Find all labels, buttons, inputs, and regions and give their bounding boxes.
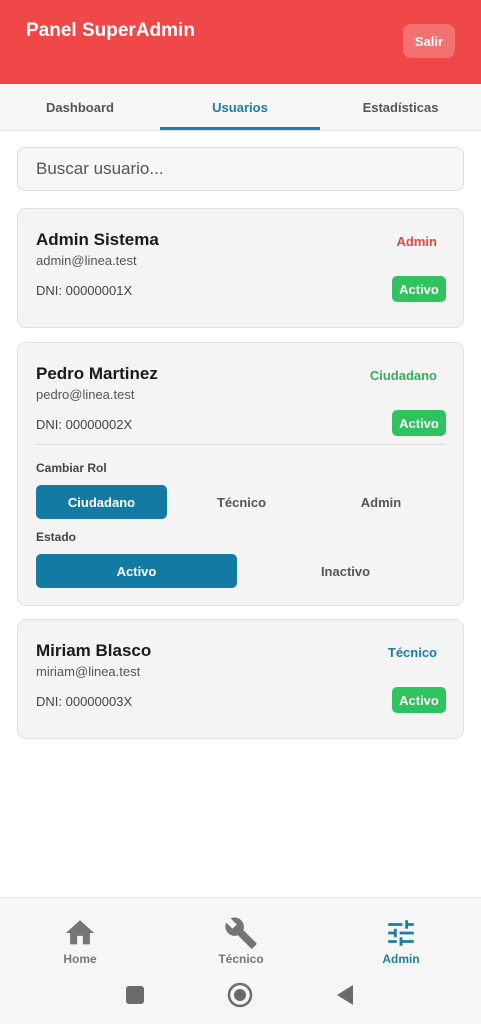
status-badge: Activo [392, 687, 446, 713]
role-badge: Admin [396, 234, 437, 249]
role-badge: Ciudadano [369, 368, 437, 383]
status-badge: Activo [392, 410, 446, 436]
nav-home[interactable]: Home [20, 916, 140, 966]
user-dni: DNI: 00000001X [36, 283, 133, 298]
user-name: Miriam Blasco [36, 641, 152, 660]
change-role-label: Cambiar Rol [36, 461, 107, 475]
role-option-tecnico[interactable]: Técnico [175, 485, 308, 519]
recents-icon[interactable] [125, 985, 145, 1005]
tab-dashboard[interactable]: Dashboard [0, 84, 160, 130]
system-nav-bar [0, 975, 481, 1015]
home-icon [65, 920, 95, 945]
wrench-icon [225, 917, 257, 949]
sliders-icon [388, 920, 414, 946]
active-tab-indicator [160, 127, 320, 130]
nav-label: Técnico [218, 952, 264, 966]
app-header: Panel SuperAdmin Salir [0, 0, 481, 84]
user-card[interactable]: Miriam Blasco miriam@linea.test Técnico … [17, 619, 464, 739]
role-option-admin[interactable]: Admin [316, 485, 446, 519]
logout-button[interactable]: Salir [403, 24, 455, 58]
user-email: pedro@linea.test [36, 387, 135, 402]
home-circle-icon[interactable] [227, 982, 253, 1008]
role-option-ciudadano[interactable]: Ciudadano [36, 485, 167, 519]
user-name: Pedro Martinez [36, 364, 158, 383]
state-option-inactivo[interactable]: Inactivo [245, 554, 446, 588]
search-input[interactable] [17, 147, 464, 191]
user-card-expanded[interactable]: Pedro Martinez pedro@linea.test Ciudadan… [17, 342, 464, 606]
back-icon[interactable] [335, 984, 355, 1006]
tab-usuarios[interactable]: Usuarios [160, 84, 320, 130]
user-dni: DNI: 00000002X [36, 417, 133, 432]
state-option-activo[interactable]: Activo [36, 554, 237, 588]
user-card[interactable]: Admin Sistema admin@linea.test Admin DNI… [17, 208, 464, 328]
divider [36, 444, 446, 445]
role-badge: Técnico [387, 645, 437, 660]
nav-label: Home [63, 952, 97, 966]
user-name: Admin Sistema [36, 230, 159, 249]
state-label: Estado [36, 530, 77, 544]
nav-tecnico[interactable]: Técnico [181, 916, 301, 966]
nav-label: Admin [382, 952, 420, 966]
status-badge: Activo [392, 276, 446, 302]
page-title: Panel SuperAdmin [26, 20, 195, 41]
user-dni: DNI: 00000003X [36, 694, 133, 709]
nav-admin[interactable]: Admin [341, 916, 461, 966]
tab-bar: Dashboard Usuarios Estadísticas [0, 84, 481, 131]
user-email: miriam@linea.test [36, 664, 141, 679]
tab-estadisticas[interactable]: Estadísticas [320, 84, 481, 130]
user-email: admin@linea.test [36, 253, 137, 268]
